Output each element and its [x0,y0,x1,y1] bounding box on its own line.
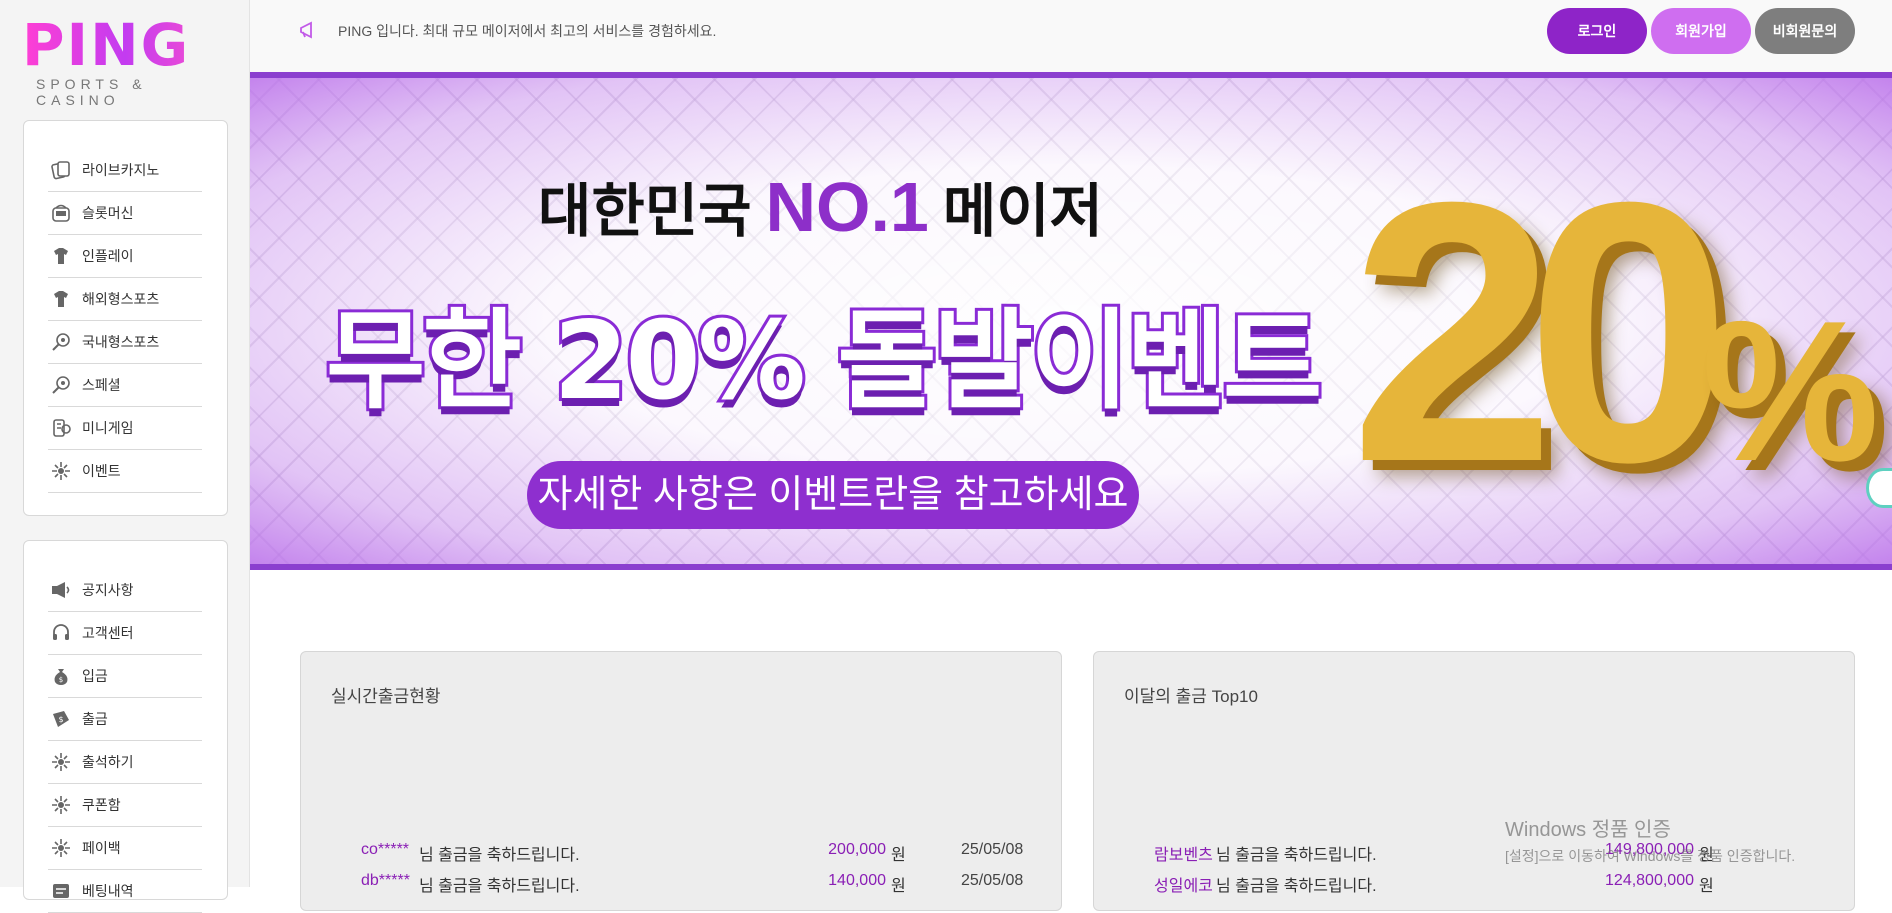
sidebar-item[interactable]: 인플레이 [48,235,202,278]
sidebar-item[interactable]: 페이백 [48,827,202,870]
list-item: 성일에코 님 출금을 축하드립니다. 124,800,000 원 [1154,872,1814,898]
site-logo[interactable]: PING SPORTS & CASINO [22,14,228,108]
sidebar-item[interactable]: 슬롯머신 [48,192,202,235]
sports-jersey-icon [48,243,74,269]
login-button[interactable]: 로그인 [1547,8,1647,54]
amount: 124,800,000 [1605,872,1694,889]
sparkle-icon [48,458,74,484]
username: db***** [361,872,410,889]
banner-headline-pre: 대한민국 [538,177,752,245]
logo-tagline: SPORTS & CASINO [36,76,147,108]
banner-event-title: 무한 20% 돌발이벤트 [323,296,1325,427]
headset-icon [48,620,74,646]
watermark-subtitle: [설정]으로 이동하여 Windows를 정품 인증합니다. [1505,848,1796,864]
service-menu: 공지사항고객센터 $ 입금 $ 출금출석하기쿠폰함페이백베팅내역 [23,540,228,913]
event-banner[interactable]: 대한민국 NO.1 메이저 무한 20% 돌발이벤트 자세한 사항은 이벤트란을 참… [250,72,1892,570]
sidebar-item-label: 스페셜 [82,377,121,393]
top10-withdrawal-panel: 이달의 출금 Top10 람보벤츠 님 출금을 축하드립니다. 149,800,… [1093,651,1855,911]
sidebar-item[interactable]: 라이브카지노 [48,149,202,192]
currency-unit: 원 [891,878,906,895]
sidebar-item[interactable]: 스페셜 [48,364,202,407]
sidebar-item[interactable]: 베팅내역 [48,870,202,913]
sidebar-item-label: 출석하기 [82,754,134,770]
message: 님 출금을 축하드립니다. [419,847,580,864]
sidebar-item-label: 페이백 [82,840,121,856]
sidebar-item-label: 베팅내역 [82,883,134,899]
sidebar-item-label: 인플레이 [82,248,134,264]
megaphone-icon [48,577,74,603]
top-bar: PING 입니다. 최대 규모 메이저에서 최고의 서비스를 경험하세요. 로그… [250,0,1892,72]
sparkle-icon [48,792,74,818]
cards-icon [48,157,74,183]
watermark-title: Windows 정품 인증 [1505,819,1671,841]
username: co***** [361,841,410,858]
banner-detail-pill: 자세한 사항은 이벤트란을 참고하세요 [527,461,1139,529]
svg-text:$: $ [58,715,63,724]
list-item: co***** 님 출금을 축하드립니다. 200,000 원 25/05/08 [361,841,1024,867]
sidebar-item[interactable]: 국내형스포츠 [48,321,202,364]
message: 님 출금을 축하드립니다. [1216,847,1377,864]
sidebar-item[interactable]: 고객센터 [48,612,202,655]
join-button[interactable]: 회원가입 [1651,8,1751,54]
sidebar-item[interactable]: $ 출금 [48,698,202,741]
notice-text: PING 입니다. 최대 규모 메이저에서 최고의 서비스를 경험하세요. [338,23,717,39]
message: 님 출금을 축하드립니다. [419,878,580,895]
sidebar-item-label: 쿠폰함 [82,797,121,813]
sidebar-item[interactable]: 공지사항 [48,569,202,612]
panel-title: 이달의 출금 Top10 [1124,687,1258,706]
panel-title: 실시간출금현황 [331,687,441,706]
guest-inquiry-button[interactable]: 비회원문의 [1755,8,1855,54]
minigame-icon [48,415,74,441]
sparkle-icon [48,749,74,775]
realtime-withdrawal-panel: 실시간출금현황 co***** 님 출금을 축하드립니다. 200,000 원 … [300,651,1062,911]
list-item: db***** 님 출금을 축하드립니다. 140,000 원 25/05/08 [361,872,1024,898]
sidebar-item-label: 라이브카지노 [82,162,160,178]
sports-ball-icon [48,329,74,355]
windows-activation-watermark: Windows 정품 인증 [설정]으로 이동하여 Windows를 정품 인증… [1505,813,1795,866]
sidebar-item-label: 미니게임 [82,420,134,436]
sidebar-item-label: 입금 [82,668,108,684]
megaphone-icon [298,20,318,44]
currency-unit: 원 [1699,878,1714,895]
date: 25/05/08 [961,872,1024,889]
username: 성일에코 [1154,878,1213,895]
sidebar-item[interactable]: $ 입금 [48,655,202,698]
sparkle-icon [48,835,74,861]
sidebar-item-label: 이벤트 [82,463,121,479]
sidebar: PING SPORTS & CASINO 라이브카지노슬롯머신인플레이해외형스포… [0,0,250,913]
banner-big-number: 20 [1350,126,1732,539]
amount: 200,000 [828,841,886,858]
banner-headline: 대한민국 NO.1 메이저 [538,164,1103,248]
sidebar-item[interactable]: 이벤트 [48,450,202,493]
username: 람보벤츠 [1154,847,1213,864]
slot-machine-icon [48,200,74,226]
sidebar-item-label: 슬롯머신 [82,205,134,221]
svg-text:$: $ [59,676,63,684]
amount: 140,000 [828,872,886,889]
sidebar-item[interactable]: 출석하기 [48,741,202,784]
game-menu: 라이브카지노슬롯머신인플레이해외형스포츠국내형스포츠스페셜미니게임이벤트 [23,120,228,516]
sidebar-item-label: 출금 [82,711,108,727]
currency-unit: 원 [891,847,906,864]
banner-no1: NO.1 [765,168,929,246]
sports-ball-icon [48,372,74,398]
sidebar-item[interactable]: 해외형스포츠 [48,278,202,321]
sidebar-item-label: 국내형스포츠 [82,334,160,350]
banner-headline-post: 메이저 [942,177,1103,245]
withdraw-icon: $ [48,706,74,732]
sidebar-item[interactable]: 쿠폰함 [48,784,202,827]
banner-20-percent-graphic: 20% [1350,148,1879,518]
sidebar-item[interactable]: 미니게임 [48,407,202,450]
money-bag-icon: $ [48,663,74,689]
sidebar-item-label: 공지사항 [82,582,134,598]
sidebar-item-label: 고객센터 [82,625,134,641]
message: 님 출금을 축하드립니다. [1216,878,1377,895]
sidebar-item-label: 해외형스포츠 [82,291,160,307]
logo-text: PING [22,14,228,76]
chat-bubble-icon[interactable] [1866,468,1892,508]
banner-big-percent: % [1701,280,1880,503]
date: 25/05/08 [961,841,1024,858]
list-icon [48,878,74,904]
sports-jersey-icon [48,286,74,312]
